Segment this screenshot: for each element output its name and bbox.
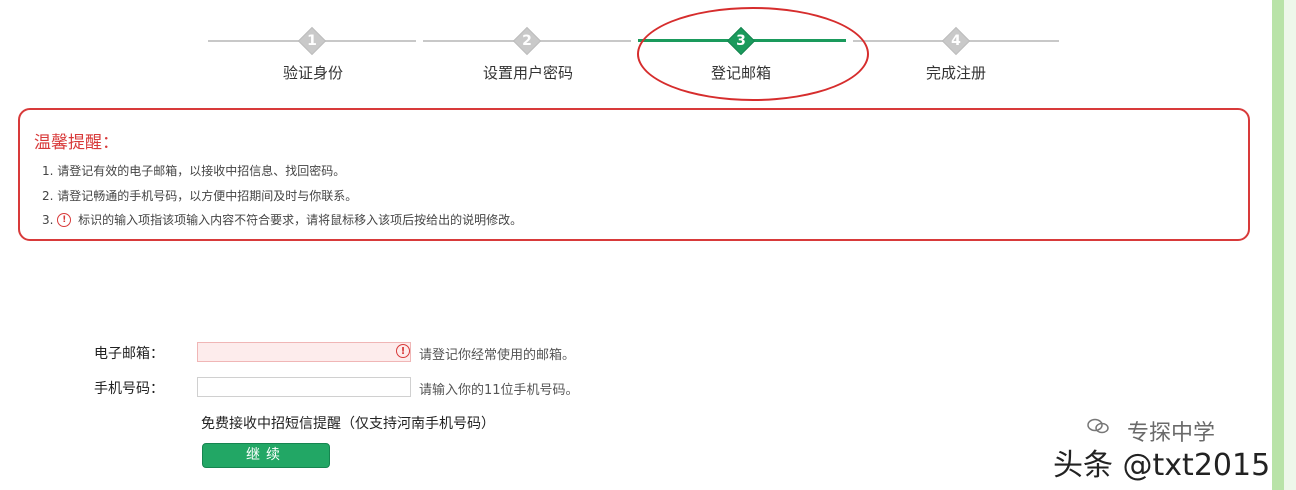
tips-title: 温馨提醒： (34, 133, 119, 153)
continue-button[interactable]: 继续 (202, 443, 330, 468)
step-label-1: 验证身份 (282, 64, 343, 82)
tip-item-3: 3. ! 标识的输入项指该项输入内容不符合要求，请将鼠标移入该项后按给出的说明修… (42, 211, 522, 229)
step-number-4: 4 (951, 33, 961, 49)
tips-box: 温馨提醒： 1. 请登记有效的电子邮箱，以接收中招信息、找回密码。 2. 请登记… (18, 108, 1250, 241)
phone-field[interactable] (197, 377, 411, 397)
registration-stepper: 1 验证身份 2 设置用户密码 3 登记邮箱 4 完成注册 (0, 0, 1270, 110)
tip-item-2: 2. 请登记畅通的手机号码，以方便中招期间及时与你联系。 (42, 189, 358, 203)
sms-reminder-notice: 免费接收中招短信提醒（仅支持河南手机号码） (201, 416, 495, 432)
step-label-4: 完成注册 (925, 64, 986, 82)
warning-icon: ! (57, 212, 72, 227)
step-label-2: 设置用户密码 (482, 64, 573, 82)
email-field[interactable] (197, 342, 411, 362)
email-hint: 请登记你经常使用的邮箱。 (419, 348, 576, 363)
tip-item-3-text: 标识的输入项指该项输入内容不符合要求，请将鼠标移入该项后按给出的说明修改。 (78, 213, 523, 227)
right-edge (1284, 0, 1296, 490)
phone-hint: 请输入你的11位手机号码。 (419, 383, 579, 398)
step-number-2: 2 (522, 33, 532, 49)
tip-item-1: 1. 请登记有效的电子邮箱，以接收中招信息、找回密码。 (42, 164, 346, 178)
email-label: 电子邮箱： (94, 346, 164, 362)
tip-item-3-number: 3. (42, 213, 54, 227)
email-error-icon[interactable]: ! (396, 344, 410, 358)
current-step-highlight-circle (637, 7, 869, 101)
phone-label: 手机号码： (94, 381, 164, 397)
watermark-logo-icon (1087, 418, 1109, 434)
watermark-handle: 头条 @txt2015 (1053, 448, 1271, 483)
right-scroll-strip (1272, 0, 1284, 490)
step-number-1: 1 (307, 33, 317, 49)
